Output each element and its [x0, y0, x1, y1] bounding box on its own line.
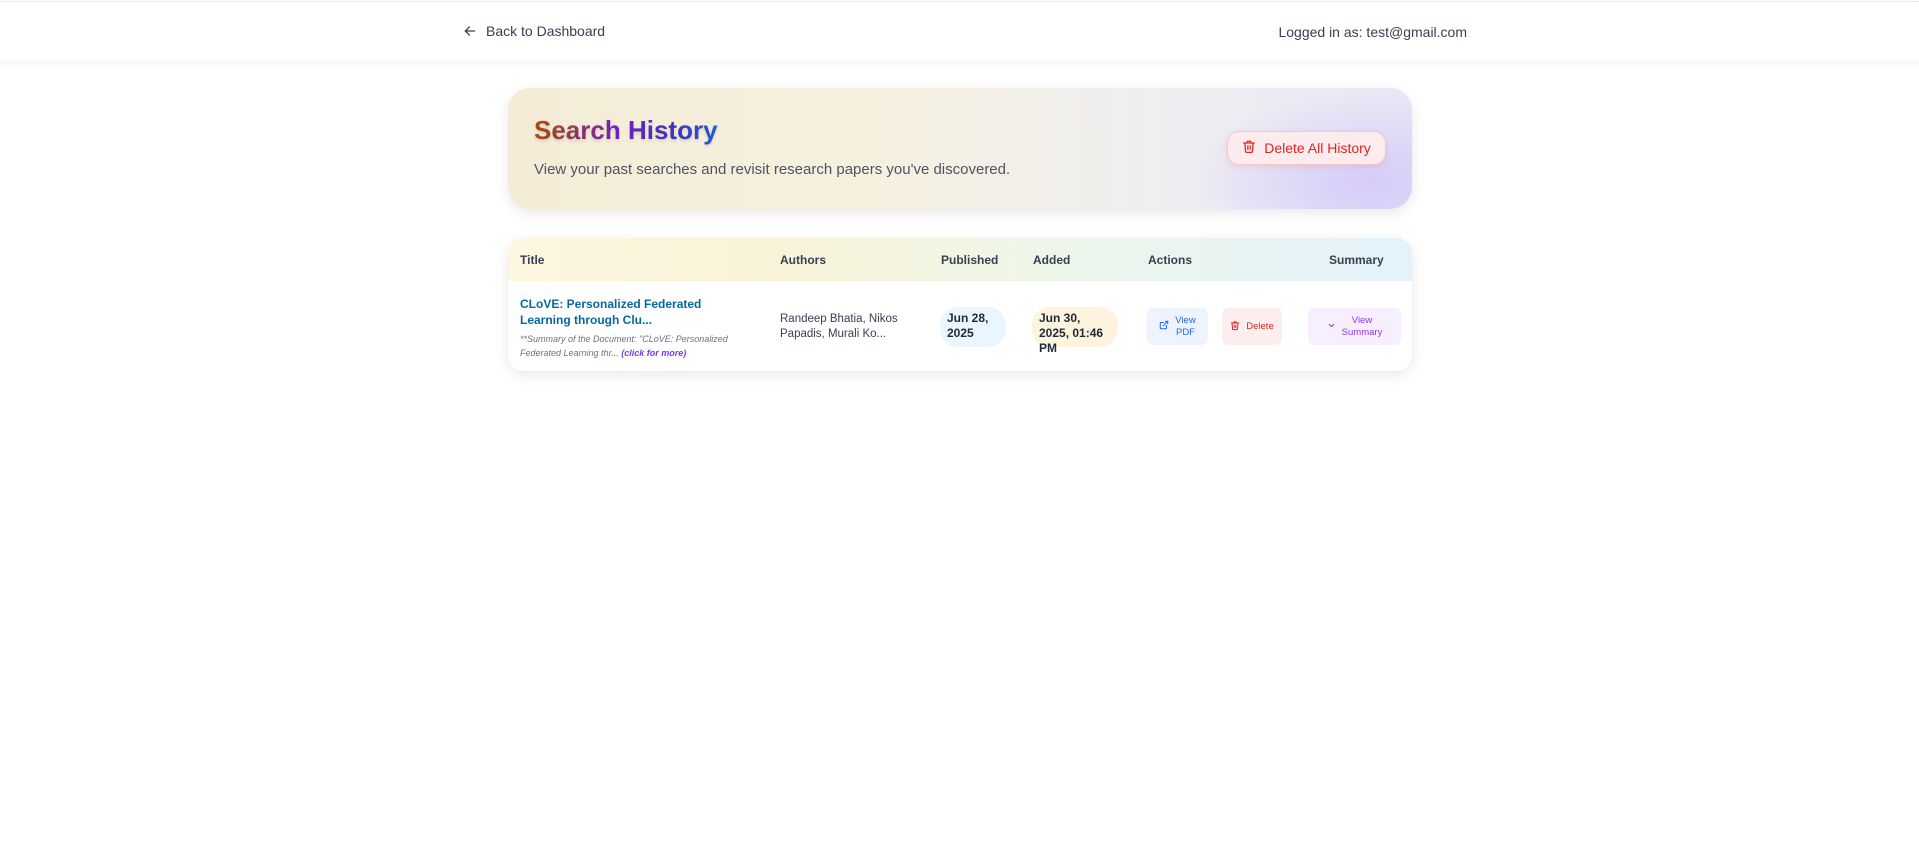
- delete-all-history-label: Delete All History: [1264, 140, 1371, 156]
- delete-row-button[interactable]: Delete: [1222, 308, 1282, 345]
- view-pdf-button[interactable]: View PDF: [1147, 308, 1208, 345]
- external-link-icon: [1159, 320, 1169, 333]
- click-for-more-link[interactable]: (click for more): [621, 348, 686, 358]
- arrow-left-icon: [463, 24, 477, 38]
- authors-cell: Randeep Bhatia, Nikos Papadis, Murali Ko…: [780, 313, 898, 340]
- view-pdf-label: View PDF: [1175, 315, 1195, 339]
- page-subtitle: View your past searches and revisit rese…: [534, 161, 1011, 178]
- view-summary-label: View Summary: [1342, 315, 1383, 339]
- view-pdf-label-line1: View: [1175, 314, 1196, 326]
- logged-in-user: Logged in as: test@gmail.com: [1278, 24, 1467, 40]
- delete-label: Delete: [1246, 321, 1274, 332]
- history-table: Title Authors Published Added Actions Su…: [508, 238, 1412, 371]
- top-nav-bar: Back to Dashboard Logged in as: test@gma…: [0, 1, 1919, 61]
- trash-icon: [1242, 139, 1256, 157]
- delete-all-history-button[interactable]: Delete All History: [1227, 131, 1386, 165]
- column-header-actions: Actions: [1148, 253, 1193, 267]
- added-date-badge: Jun 30, 2025, 01:46 PM: [1032, 307, 1118, 355]
- published-date-badge: Jun 28, 2025: [940, 307, 1006, 347]
- column-header-title: Title: [520, 253, 545, 267]
- paper-title-link[interactable]: CLoVE: Personalized Federated Learning t…: [520, 296, 750, 328]
- view-pdf-label-line2: PDF: [1175, 326, 1195, 338]
- column-header-authors: Authors: [780, 253, 826, 267]
- column-header-published: Published: [941, 253, 999, 267]
- view-summary-button[interactable]: View Summary: [1308, 308, 1401, 345]
- back-link-label: Back to Dashboard: [486, 23, 606, 39]
- view-summary-label-line1: View: [1351, 314, 1373, 326]
- column-header-summary: Summary: [1329, 253, 1384, 267]
- table-header-row: Title Authors Published Added Actions Su…: [508, 238, 1412, 281]
- view-summary-label-line2: Summary: [1341, 326, 1383, 338]
- page-title: Search History: [534, 115, 718, 145]
- column-header-added: Added: [1033, 253, 1071, 267]
- search-history-header-card: Search History View your past searches a…: [508, 88, 1412, 209]
- trash-icon: [1230, 320, 1240, 334]
- chevron-down-icon: [1327, 321, 1336, 333]
- summary-snippet[interactable]: **Summary of the Document: "CLoVE: Perso…: [520, 332, 760, 360]
- back-to-dashboard-link[interactable]: Back to Dashboard: [463, 23, 605, 39]
